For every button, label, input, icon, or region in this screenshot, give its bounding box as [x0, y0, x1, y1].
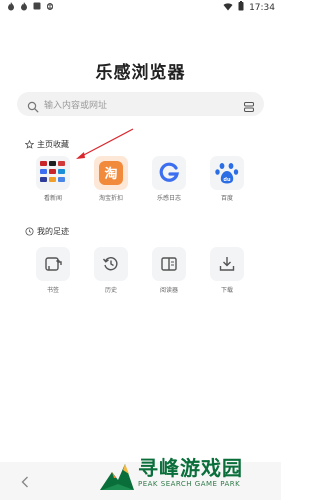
footprint-reader-label: 阅读器 [159, 287, 178, 294]
chevron-left-icon[interactable] [18, 474, 32, 488]
watermark-text-cn: 寻峰游戏园 [138, 456, 243, 480]
footprints-title: 我的足迹 [37, 227, 69, 236]
footprint-history[interactable] [94, 247, 128, 281]
clock-icon [25, 227, 34, 236]
footprint-downloads[interactable] [210, 247, 244, 281]
footprint-history-label: 历史 [104, 287, 117, 294]
watermark: 寻峰游戏园 PEAK SEARCH GAME PARK [98, 452, 281, 500]
bookmark-icon [45, 257, 62, 271]
mountain-logo-icon [100, 464, 134, 490]
history-icon [102, 257, 118, 271]
download-icon [219, 257, 235, 271]
footprint-bookmarks[interactable] [36, 247, 70, 281]
watermark-text-en: PEAK SEARCH GAME PARK [138, 480, 241, 488]
book-icon [161, 257, 177, 271]
footprint-bookmarks-label: 书签 [46, 287, 59, 294]
footprint-downloads-label: 下载 [220, 287, 233, 294]
footprint-reader[interactable] [152, 247, 186, 281]
footprints-header: 我的足迹 [25, 226, 69, 237]
